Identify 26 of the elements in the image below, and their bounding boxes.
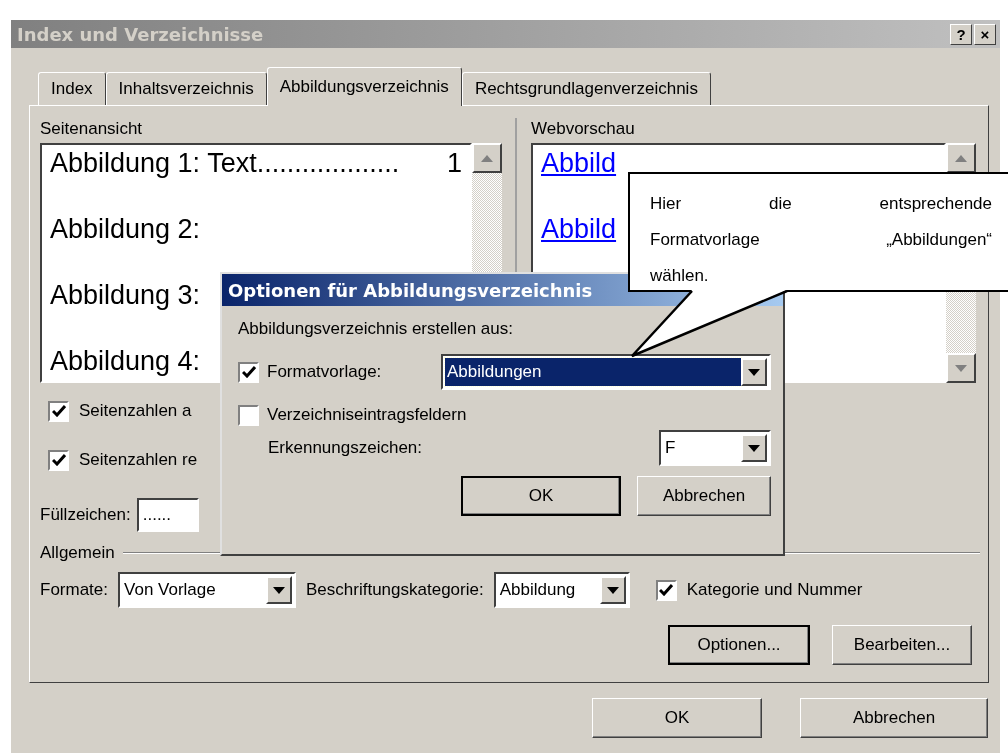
window-title: Index und Verzeichnisse <box>17 23 264 45</box>
field-label: Füllzeichen: <box>40 504 131 526</box>
preview-entry: Abbildung 1: Text <box>50 147 257 179</box>
preview-entry: Abbildung 2: <box>50 213 201 245</box>
group-label: Allgemein <box>40 542 115 564</box>
page-number: 1 <box>446 147 462 179</box>
leader-dots: ................... <box>256 147 401 179</box>
checkbox-label: Verzeichniseintragsfeldern <box>267 404 467 426</box>
section-label: Seitenansicht <box>40 118 144 140</box>
section-label: Webvorschau <box>531 118 636 140</box>
callout-text: Hier die entsprechende Formatvorlage „Abbildungen“ wählen. <box>650 193 992 287</box>
field-label: Formate: <box>40 579 109 601</box>
dialog-text: Abbildungsverzeichnis erstellen aus: <box>238 319 513 338</box>
dialog-title: Optionen für Abbildungsverzeichnis <box>228 279 593 301</box>
field-label: Beschriftungskategorie: <box>306 579 484 601</box>
dropdown-value: Von Vorlage <box>123 579 217 601</box>
checkbox-label: Seitenzahlen re <box>79 449 198 471</box>
field-label: Erkennungszeichen: <box>268 437 423 459</box>
checkbox-label: Seitenzahlen a <box>79 400 192 422</box>
checkbox-label: Kategorie und Nummer <box>686 579 863 601</box>
dropdown-value: Abbildungen <box>445 358 741 386</box>
checkbox-label: Formatvorlage: <box>267 361 382 383</box>
preview-entry: Abbildung 4: <box>50 345 201 377</box>
preview-entry: Abbildung 3: <box>50 279 201 311</box>
dropdown-value: Abbildung <box>498 579 577 601</box>
dropdown-value: F <box>664 437 677 459</box>
